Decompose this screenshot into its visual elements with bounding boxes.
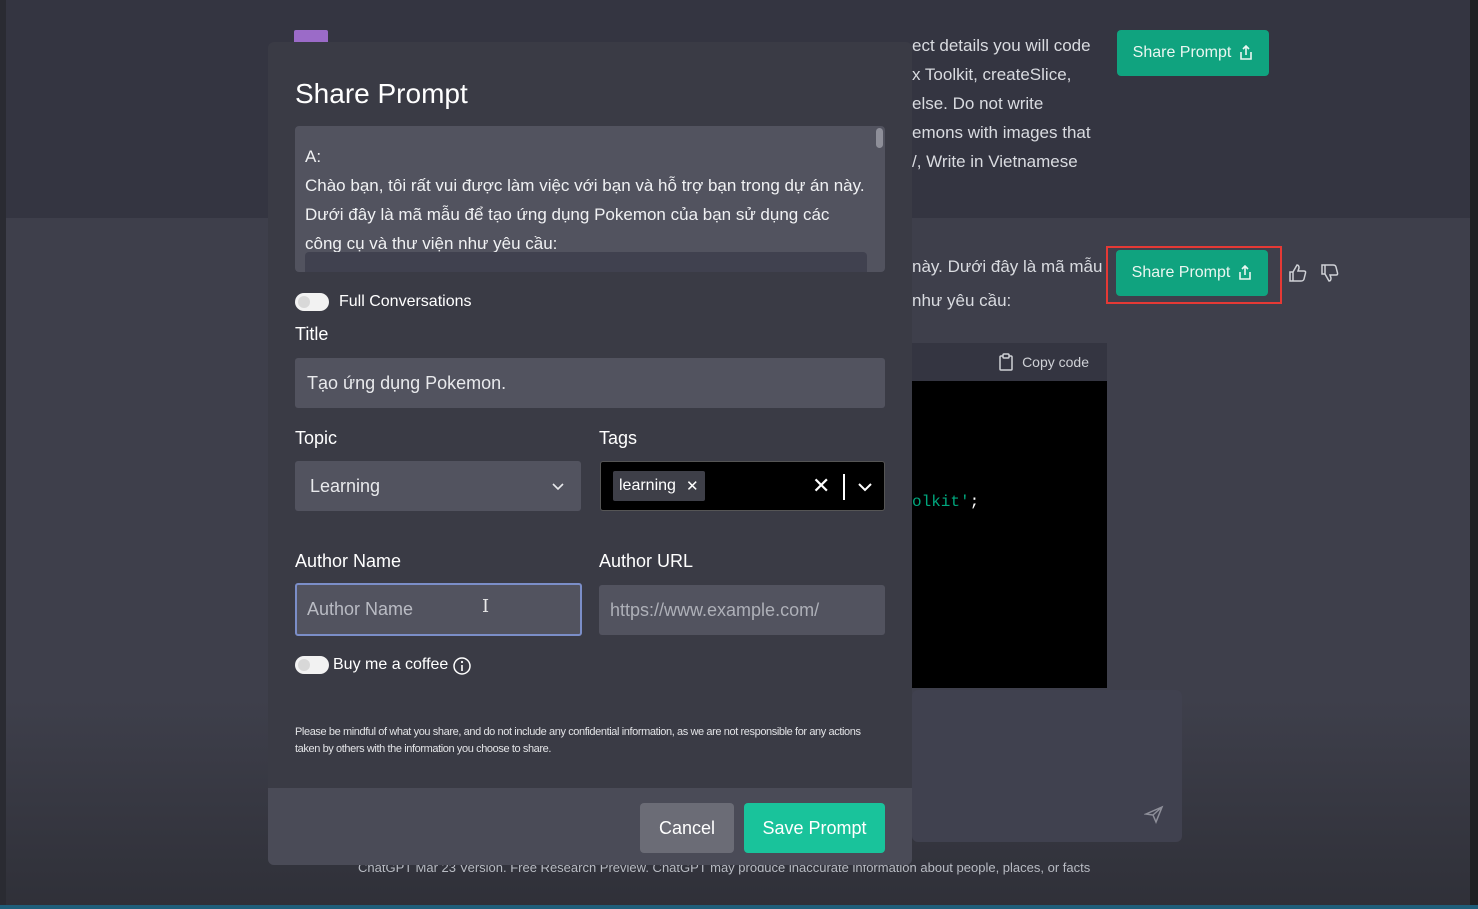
- full-conversations-label: Full Conversations: [339, 293, 472, 310]
- preview-scrollbar[interactable]: [876, 128, 883, 148]
- author-name-input[interactable]: [295, 583, 582, 636]
- title-input[interactable]: Tạo ứng dụng Pokemon.: [295, 358, 885, 408]
- share-prompt-label: Share Prompt: [1132, 44, 1232, 61]
- author-url-label: Author URL: [599, 551, 694, 571]
- preview-code-block: [305, 252, 867, 272]
- author-name-label: Author Name: [295, 551, 402, 571]
- modal-title: Share Prompt: [295, 78, 468, 109]
- title-label: Title: [295, 324, 329, 344]
- share-icon: [1240, 45, 1253, 60]
- author-url-input[interactable]: [599, 585, 885, 635]
- clipboard-icon: [999, 353, 1013, 371]
- text-cursor-icon: I: [482, 596, 490, 617]
- topic-value: Learning: [310, 475, 381, 496]
- share-prompt-modal: Share Prompt A: Chào bạn, tôi rất vui đư…: [268, 42, 912, 865]
- info-icon[interactable]: [452, 656, 472, 676]
- tags-select[interactable]: learning ✕ ✕: [600, 461, 885, 511]
- tag-remove-icon[interactable]: ✕: [686, 477, 699, 495]
- taskbar-edge: [0, 905, 1478, 909]
- chat-input[interactable]: [912, 690, 1182, 842]
- send-icon[interactable]: [1144, 804, 1164, 824]
- topic-select[interactable]: Learning: [295, 461, 581, 511]
- user-message-line: emons with images that: [912, 123, 1091, 142]
- user-message-line: ect details you will code: [912, 36, 1091, 55]
- clear-tags-icon[interactable]: ✕: [812, 473, 830, 499]
- preview-speaker: A:: [305, 147, 322, 166]
- chevron-down-icon: [552, 483, 564, 491]
- assistant-message-line: này. Dưới đây là mã mẫu: [912, 257, 1103, 276]
- share-prompt-button-user[interactable]: Share Prompt: [1117, 30, 1269, 76]
- code-line: olkit';: [912, 493, 980, 511]
- code-header: Copy code: [912, 343, 1107, 381]
- cancel-button[interactable]: Cancel: [640, 803, 734, 853]
- topic-label: Topic: [295, 428, 338, 448]
- scrollbar-track[interactable]: [1470, 0, 1478, 909]
- assistant-message-line: như yêu cầu:: [912, 291, 1012, 310]
- preview-text: Chào bạn, tôi rất vui được làm việc với …: [305, 176, 865, 253]
- share-disclaimer: Please be mindful of what you share, and…: [295, 726, 861, 755]
- copy-code-button[interactable]: Copy code: [1022, 354, 1089, 370]
- code-block: Copy code olkit';: [912, 343, 1107, 688]
- save-prompt-button[interactable]: Save Prompt: [744, 803, 885, 853]
- buy-me-a-coffee-toggle[interactable]: [295, 656, 329, 674]
- sidebar-edge: [0, 0, 6, 909]
- highlight-annotation: [1106, 246, 1282, 304]
- user-message-line: else. Do not write: [912, 94, 1044, 113]
- tags-divider: [843, 474, 845, 500]
- buy-me-a-coffee-label: Buy me a coffee: [333, 656, 449, 673]
- user-message-line: /, Write in Vietnamese: [912, 152, 1078, 171]
- user-message-line: x Toolkit, createSlice,: [912, 65, 1072, 84]
- thumbs-down-icon[interactable]: [1319, 262, 1341, 284]
- thumbs-up-icon[interactable]: [1287, 262, 1309, 284]
- tag-label: learning: [619, 477, 676, 494]
- chevron-down-icon[interactable]: [857, 479, 873, 495]
- full-conversations-toggle[interactable]: [295, 293, 329, 311]
- tag-chip: learning ✕: [613, 471, 705, 501]
- conversation-preview[interactable]: A: Chào bạn, tôi rất vui được làm việc v…: [295, 126, 885, 272]
- modal-footer: Cancel Save Prompt: [268, 788, 912, 865]
- tags-label: Tags: [599, 428, 638, 448]
